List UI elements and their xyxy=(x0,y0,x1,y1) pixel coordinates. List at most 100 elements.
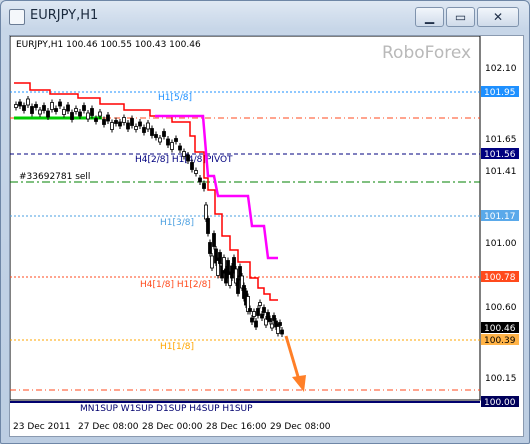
symbol-header: EURJPY,H1 100.46 100.55 100.43 100.46 xyxy=(16,40,201,50)
candle-body xyxy=(280,329,284,335)
candle-body xyxy=(126,122,130,130)
candle-body xyxy=(22,105,26,111)
candle-body xyxy=(236,278,240,294)
candle-body xyxy=(222,257,226,271)
candle-body xyxy=(14,104,18,108)
candle-body xyxy=(194,170,198,174)
y-tick: 101.41 xyxy=(485,167,517,177)
maximize-button[interactable]: ▭ xyxy=(446,7,475,27)
x-tick: 28 Dec 00:00 xyxy=(142,422,203,432)
candle-body xyxy=(198,177,202,183)
candle-body xyxy=(232,257,236,271)
x-tick: 27 Dec 08:00 xyxy=(78,422,139,432)
candle-body xyxy=(142,127,146,133)
svg-text:100.78: 100.78 xyxy=(484,273,516,283)
candle-body xyxy=(268,318,272,322)
svg-text:100.46: 100.46 xyxy=(484,324,516,334)
candle-body xyxy=(256,308,260,316)
candle-body xyxy=(90,108,94,116)
candle-body xyxy=(248,308,252,312)
candle-body xyxy=(50,102,54,110)
candle-body xyxy=(118,121,122,127)
candle-body xyxy=(258,302,262,306)
candle-body xyxy=(70,112,74,120)
price-box: 101.95 xyxy=(481,86,519,98)
candle-body xyxy=(86,112,90,120)
candle-body xyxy=(190,162,194,170)
candle-body xyxy=(202,183,206,189)
candle-body xyxy=(54,108,58,112)
candle-body xyxy=(182,151,186,157)
minimize-button[interactable]: ▁ xyxy=(415,7,444,27)
support-label: MN1SUP W1SUP D1SUP H4SUP H1SUP xyxy=(80,404,253,414)
candle-body xyxy=(82,105,86,111)
candle-body xyxy=(62,109,66,115)
candle-body xyxy=(30,106,34,114)
candle-body xyxy=(98,111,102,117)
candle-body xyxy=(270,323,274,329)
y-tick: 101.00 xyxy=(485,239,517,249)
plot-border xyxy=(10,36,481,401)
candle-body xyxy=(122,117,126,123)
svg-text:100.39: 100.39 xyxy=(484,336,516,346)
candle-body xyxy=(254,320,258,328)
candle-body xyxy=(138,121,142,127)
svg-text:100.00: 100.00 xyxy=(484,398,516,408)
candle-body xyxy=(162,131,166,137)
x-tick: 29 Dec 08:00 xyxy=(270,422,331,432)
candle-body xyxy=(130,118,134,126)
candle-body xyxy=(260,313,264,319)
candle-body xyxy=(38,109,42,115)
candle-body xyxy=(78,111,82,117)
price-chart[interactable]: EURJPY,H1 100.46 100.55 100.43 100.46 Ro… xyxy=(10,36,523,436)
candle-body xyxy=(210,255,214,269)
candle-body xyxy=(178,145,182,151)
watermark: RoboForex xyxy=(382,43,471,63)
candle-body xyxy=(170,142,174,150)
chart-area[interactable]: EURJPY,H1 100.46 100.55 100.43 100.46 Ro… xyxy=(9,35,524,437)
x-tick: 23 Dec 2011 xyxy=(13,422,71,432)
candle-body xyxy=(158,137,162,143)
y-tick: 101.65 xyxy=(485,135,517,145)
level-label-h1-5-8: H1[5/8] xyxy=(158,93,192,103)
candle-body xyxy=(66,104,70,112)
chart-window-icon xyxy=(9,9,25,25)
candle-body xyxy=(18,101,22,107)
candle-body xyxy=(74,108,78,112)
x-axis: 23 Dec 2011 27 Dec 08:00 28 Dec 00:00 28… xyxy=(13,422,331,432)
candle-body xyxy=(174,138,178,142)
price-box: 101.17 xyxy=(481,210,519,222)
candle-body xyxy=(134,126,138,130)
level-label-h4-1-8: H4[1/8] H1[2/8] xyxy=(140,280,211,290)
price-box: 100.46 xyxy=(481,322,519,334)
svg-text:101.56: 101.56 xyxy=(484,150,516,160)
candle-body xyxy=(26,98,30,106)
candle-body xyxy=(58,101,62,107)
price-box: 100.00 xyxy=(481,396,519,408)
price-box: 100.78 xyxy=(481,271,519,283)
title-bar[interactable]: EURJPY,H1 ▁ ▭ ✕ xyxy=(1,1,529,31)
candle-body xyxy=(34,104,38,108)
candle-body xyxy=(278,322,282,326)
candle-body xyxy=(150,128,154,136)
close-button[interactable]: ✕ xyxy=(477,7,519,27)
candle-body xyxy=(106,114,110,122)
candle-body xyxy=(102,119,106,125)
level-label-h1-1-8: H1[1/8] xyxy=(160,342,194,352)
candle-body xyxy=(212,233,216,247)
candle-body xyxy=(218,252,222,264)
candle-body xyxy=(114,120,118,124)
order-label: #33692781 sell xyxy=(19,172,90,182)
level-label-h1-3-8: H1[3/8] xyxy=(160,218,194,228)
price-box: 101.56 xyxy=(481,148,519,160)
candle-body xyxy=(226,260,230,276)
candle-body xyxy=(206,218,210,234)
chart-window: EURJPY,H1 ▁ ▭ ✕ EURJPY,H1 100.46 100.55 … xyxy=(0,0,530,444)
candle-body xyxy=(208,242,212,254)
candle-body xyxy=(146,122,150,130)
candle-body xyxy=(154,134,158,138)
candle-body xyxy=(262,307,266,313)
candle-body xyxy=(94,118,98,122)
candle-body xyxy=(166,138,170,146)
y-tick: 100.60 xyxy=(485,303,517,313)
